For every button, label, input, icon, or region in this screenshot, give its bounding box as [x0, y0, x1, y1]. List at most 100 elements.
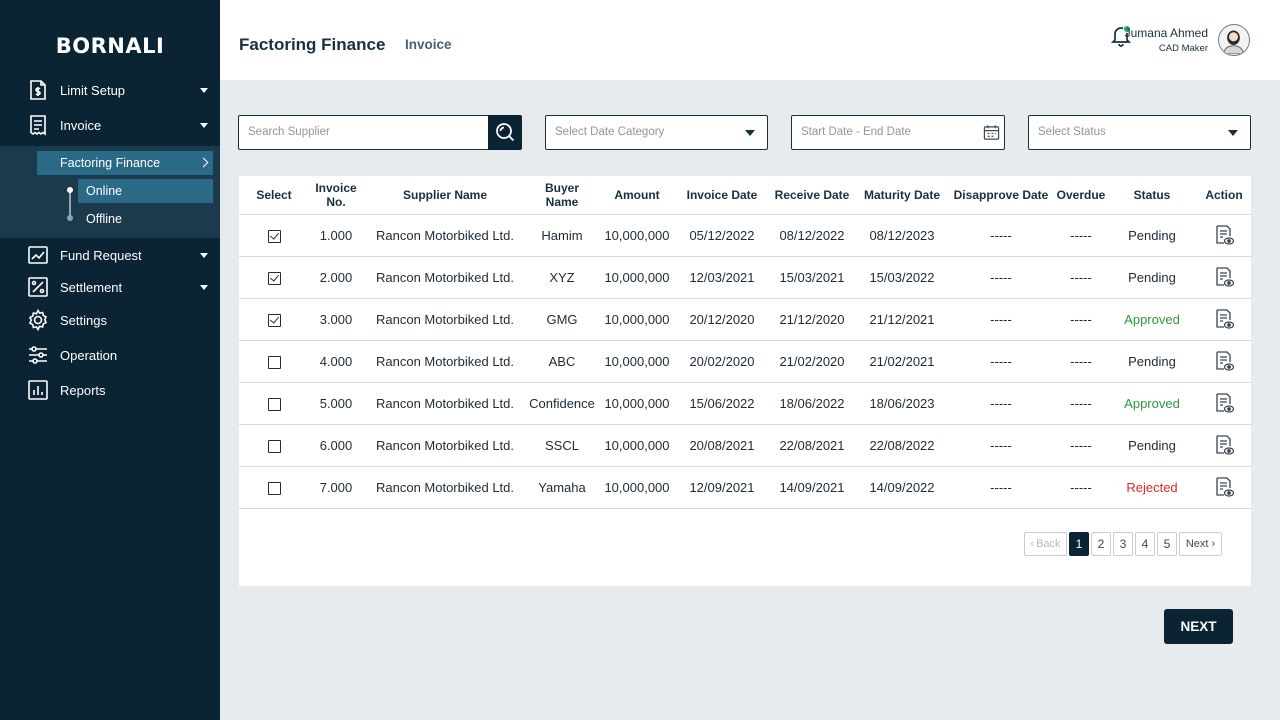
sidebar-item-reports[interactable]: Reports: [0, 374, 220, 406]
maturity-date-cell: 18/06/2023: [857, 382, 947, 425]
invoice-no-cell: 4.000: [309, 340, 363, 383]
sidebar-subitem-online[interactable]: Online: [78, 179, 213, 203]
column-header: Overdue: [1055, 176, 1107, 215]
select-cell: [239, 340, 309, 383]
brand-logo: BORNALI: [55, 34, 165, 58]
disapprove-date-cell: -----: [947, 256, 1055, 299]
sidebar-item-settlement[interactable]: Settlement: [0, 271, 220, 303]
avatar[interactable]: [1218, 24, 1250, 56]
sidebar-item-fund-request[interactable]: Fund Request: [0, 239, 220, 271]
receive-date-cell: 08/12/2022: [767, 214, 857, 257]
row-checkbox[interactable]: [267, 439, 281, 453]
supplier-name-cell: Rancon Motorbiked Ltd.: [363, 298, 527, 341]
pagination-next[interactable]: Next ›: [1179, 532, 1222, 556]
status-cell: Pending: [1107, 424, 1197, 467]
search-supplier-input[interactable]: Search Supplier: [238, 115, 490, 150]
document-money-icon: [27, 79, 49, 101]
caret-down-icon: [200, 88, 208, 93]
calendar-icon[interactable]: [983, 124, 1000, 146]
supplier-name-cell: Rancon Motorbiked Ltd.: [363, 466, 527, 509]
invoice-no-cell: 6.000: [309, 424, 363, 467]
table-row: 2.000 Rancon Motorbiked Ltd. XYZ 10,000,000…: [239, 256, 1251, 299]
row-checkbox[interactable]: [267, 481, 281, 495]
invoice-table: Select Invoice No. Supplier Name Buyer N…: [239, 176, 1251, 509]
table-row: 5.000 Rancon Motorbiked Ltd. Confidence 10,…: [239, 382, 1251, 425]
pagination-page[interactable]: 3: [1113, 532, 1133, 556]
supplier-name-cell: Rancon Motorbiked Ltd.: [363, 214, 527, 257]
view-document-icon[interactable]: [1213, 392, 1235, 414]
table-row: 3.000 Rancon Motorbiked Ltd. GMG 10,000,000…: [239, 298, 1251, 341]
receive-date-cell: 18/06/2022: [767, 382, 857, 425]
invoice-icon: [27, 114, 49, 136]
status-cell: Pending: [1107, 340, 1197, 383]
sidebar-item-limit-setup[interactable]: Limit Setup: [0, 74, 220, 106]
buyer-name-cell: Hamim: [527, 214, 597, 257]
select-cell: [239, 382, 309, 425]
buyer-name-cell: ABC: [527, 340, 597, 383]
table-row: 1.000 Rancon Motorbiked Ltd. Hamim 10,000,0…: [239, 214, 1251, 257]
search-button[interactable]: [488, 115, 522, 150]
maturity-date-cell: 14/09/2022: [857, 466, 947, 509]
select-cell: [239, 424, 309, 467]
view-document-icon[interactable]: [1213, 266, 1235, 288]
amount-cell: 10,000,000: [597, 298, 677, 341]
table-header-row: Select Invoice No. Supplier Name Buyer N…: [239, 176, 1251, 215]
amount-cell: 10,000,000: [597, 214, 677, 257]
top-header: Factoring Finance Invoice Jumana Ahmed C…: [220, 0, 1280, 80]
view-document-icon[interactable]: [1213, 350, 1235, 372]
status-select[interactable]: Select Status: [1028, 115, 1251, 150]
view-document-icon[interactable]: [1213, 224, 1235, 246]
action-cell: [1197, 256, 1251, 299]
next-button[interactable]: NEXT: [1164, 609, 1233, 644]
sidebar-subitem-label: Offline: [86, 212, 122, 226]
action-cell: [1197, 382, 1251, 425]
column-header: Invoice No.: [309, 176, 363, 215]
disapprove-date-cell: -----: [947, 214, 1055, 257]
sidebar-subitem-offline[interactable]: Offline: [78, 207, 213, 231]
chevron-right-icon: [198, 157, 209, 168]
row-checkbox[interactable]: [267, 397, 281, 411]
invoice-table-card: Select Invoice No. Supplier Name Buyer N…: [239, 176, 1251, 586]
sidebar-subitem-label: Factoring Finance: [60, 156, 161, 170]
select-cell: [239, 256, 309, 299]
pagination-page[interactable]: 2: [1091, 532, 1111, 556]
column-header: Status: [1107, 176, 1197, 215]
sidebar-item-settings[interactable]: Settings: [0, 304, 220, 336]
row-checkbox[interactable]: [267, 271, 281, 285]
pagination-next-label: Next: [1185, 538, 1209, 550]
supplier-name-cell: Rancon Motorbiked Ltd.: [363, 382, 527, 425]
invoice-no-cell: 2.000: [309, 256, 363, 299]
view-document-icon[interactable]: [1213, 476, 1235, 498]
page-title: Factoring Finance: [239, 35, 386, 54]
invoice-date-cell: 12/09/2021: [677, 466, 767, 509]
sidebar-item-operation[interactable]: Operation: [0, 339, 220, 371]
disapprove-date-cell: -----: [947, 466, 1055, 509]
sidebar-item-invoice[interactable]: Invoice: [0, 109, 220, 141]
row-checkbox[interactable]: [267, 229, 281, 243]
buyer-name-cell: SSCL: [527, 424, 597, 467]
chart-up-icon: [27, 244, 49, 266]
pagination-back[interactable]: ‹ Back: [1024, 532, 1067, 556]
row-checkbox[interactable]: [267, 313, 281, 327]
status-cell: Approved: [1107, 298, 1197, 341]
disapprove-date-cell: -----: [947, 382, 1055, 425]
sidebar-subitem-factoring-finance[interactable]: Factoring Finance: [37, 151, 213, 175]
pagination-page[interactable]: 5: [1157, 532, 1177, 556]
date-range-input[interactable]: Start Date - End Date: [791, 115, 1005, 150]
caret-down-icon: [200, 123, 208, 128]
user-role: CAD Maker: [1158, 43, 1208, 54]
date-category-select[interactable]: Select Date Category: [545, 115, 768, 150]
view-document-icon[interactable]: [1213, 308, 1235, 330]
buyer-name-cell: GMG: [527, 298, 597, 341]
row-checkbox[interactable]: [267, 355, 281, 369]
view-document-icon[interactable]: [1213, 434, 1235, 456]
maturity-date-cell: 22/08/2022: [857, 424, 947, 467]
search-icon: [496, 123, 515, 142]
chevron-left-icon: ‹: [1030, 538, 1035, 550]
sidebar-subitem-label: Online: [86, 184, 123, 198]
pagination-page[interactable]: 4: [1135, 532, 1155, 556]
select-cell: [239, 214, 309, 257]
pagination-page[interactable]: 1: [1069, 532, 1089, 556]
sliders-icon: [27, 344, 49, 366]
sidebar-item-label: Invoice: [60, 117, 102, 133]
